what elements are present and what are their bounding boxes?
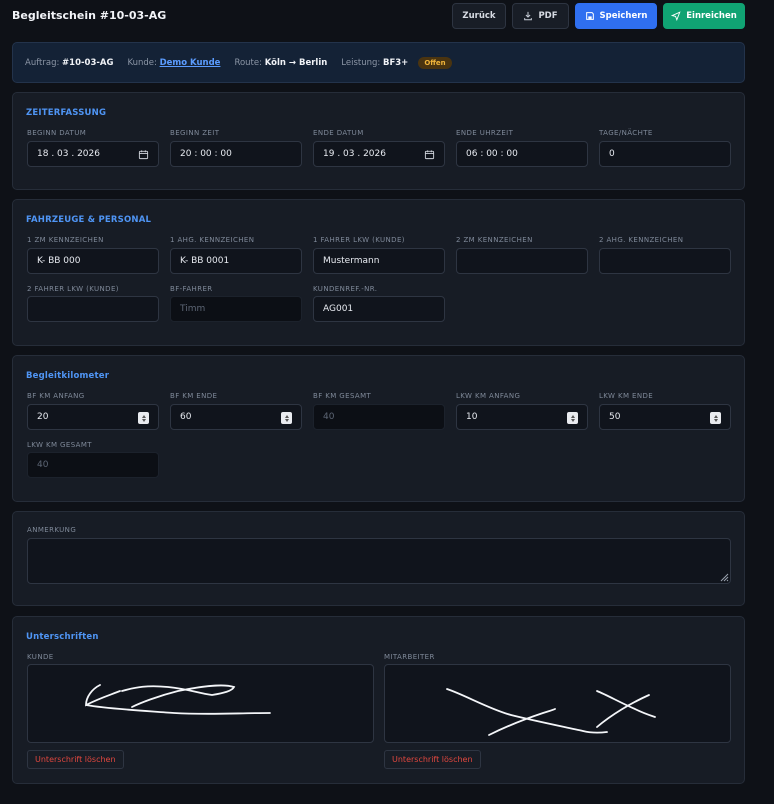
field-label: BEGINN DATUM <box>27 129 87 137</box>
signatures-section: Unterschriften KUNDE MITARBEITER Untersc… <box>12 616 745 784</box>
customer-signature-label: KUNDE <box>27 653 54 661</box>
calendar-icon[interactable] <box>424 149 435 160</box>
pdf-button[interactable]: PDF <box>512 3 569 29</box>
field-label: LKW KM ENDE <box>599 392 654 400</box>
field-label: 1 AHG. KENNZEICHEN <box>170 236 255 244</box>
customer-signature-pad[interactable] <box>27 664 374 743</box>
vehicles-section: FAHRZEUGE & PERSONAL 1 ZM KENNZEICHEN K-… <box>12 199 745 346</box>
clear-customer-signature-button[interactable]: Unterschrift löschen <box>27 750 124 769</box>
end-time-input[interactable]: 06 : 00 : 00 <box>456 141 588 167</box>
notes-section: ANMERKUNG <box>12 511 745 606</box>
spinner-icon[interactable] <box>138 412 149 424</box>
field-label: 1 ZM KENNZEICHEN <box>27 236 104 244</box>
field-label: LKW KM GESAMT <box>27 441 92 449</box>
notes-textarea[interactable] <box>27 538 731 584</box>
customer-ref-input[interactable]: AG001 <box>313 296 445 322</box>
spinner-icon[interactable] <box>281 412 292 424</box>
order-info-bar: Auftrag: #10-03-AG Kunde: Demo Kunde Rou… <box>12 42 745 83</box>
submit-button[interactable]: Einreichen <box>663 3 745 29</box>
field-label: 2 ZM KENNZEICHEN <box>456 236 533 244</box>
field-label: 2 AHG. KENNZEICHEN <box>599 236 684 244</box>
notes-label: ANMERKUNG <box>27 526 77 534</box>
field-label: TAGE/NÄCHTE <box>599 129 653 137</box>
spinner-icon[interactable] <box>567 412 578 424</box>
days-nights-input[interactable]: 0 <box>599 141 731 167</box>
time-section: ZEITERFASSUNG BEGINN DATUM 18 . 03 . 202… <box>12 92 745 190</box>
lkw-km-start-input[interactable]: 10 <box>456 404 588 430</box>
trailer2-plate-input[interactable] <box>599 248 731 274</box>
bf-km-end-input[interactable]: 60 <box>170 404 302 430</box>
field-label: BF KM ANFANG <box>27 392 85 400</box>
field-label: 1 FAHRER LKW (KUNDE) <box>313 236 405 244</box>
calendar-icon[interactable] <box>138 149 149 160</box>
bf-km-total-input: 40 <box>313 404 445 430</box>
route-value: Köln → Berlin <box>264 57 328 68</box>
clear-employee-signature-button[interactable]: Unterschrift löschen <box>384 750 481 769</box>
field-label: BF KM GESAMT <box>313 392 372 400</box>
field-label: ENDE DATUM <box>313 129 364 137</box>
employee-signature-pad[interactable] <box>384 664 731 743</box>
trailer1-plate-input[interactable]: K- BB 0001 <box>170 248 302 274</box>
service-value: BF3+ <box>382 57 409 68</box>
bf-driver-input: Timm <box>170 296 302 322</box>
zm1-plate-input[interactable]: K- BB 000 <box>27 248 159 274</box>
start-date-input[interactable]: 18 . 03 . 2026 <box>27 141 159 167</box>
customer-signature-stroke <box>85 684 271 715</box>
km-section: Begleitkilometer BF KM ANFANG 20 BF KM E… <box>12 355 745 502</box>
section-title-signatures: Unterschriften <box>26 632 99 642</box>
customer-link[interactable]: Demo Kunde <box>160 58 221 68</box>
lkw-km-total-input: 40 <box>27 452 159 478</box>
end-date-input[interactable]: 19 . 03 . 2026 <box>313 141 445 167</box>
bf-km-start-input[interactable]: 20 <box>27 404 159 430</box>
driver2-input[interactable] <box>27 296 159 322</box>
save-icon <box>585 12 594 20</box>
field-label: BF KM ENDE <box>170 392 218 400</box>
field-label: KUNDENREF.-NR. <box>313 285 378 293</box>
section-title-vehicles: FAHRZEUGE & PERSONAL <box>26 215 152 225</box>
save-button[interactable]: Speichern <box>575 3 657 29</box>
zm2-plate-input[interactable] <box>456 248 588 274</box>
field-label: BF-FAHRER <box>170 285 213 293</box>
employee-signature-stroke <box>446 688 656 736</box>
status-badge: Offen <box>418 56 452 69</box>
employee-signature-label: MITARBEITER <box>384 653 435 661</box>
page-title: Begleitschein #10-03-AG <box>12 9 167 22</box>
download-icon <box>524 11 533 21</box>
field-label: 2 FAHRER LKW (KUNDE) <box>27 285 119 293</box>
order-number: #10-03-AG <box>62 57 114 68</box>
start-time-input[interactable]: 20 : 00 : 00 <box>170 141 302 167</box>
field-label: ENDE UHRZEIT <box>456 129 514 137</box>
section-title-time: ZEITERFASSUNG <box>26 108 107 118</box>
field-label: LKW KM ANFANG <box>456 392 521 400</box>
driver1-input[interactable]: Mustermann <box>313 248 445 274</box>
back-button[interactable]: Zurück <box>452 3 506 29</box>
resize-handle-icon[interactable] <box>717 570 729 582</box>
spinner-icon[interactable] <box>710 412 721 424</box>
section-title-km: Begleitkilometer <box>26 371 110 381</box>
field-label: BEGINN ZEIT <box>170 129 220 137</box>
send-icon <box>671 11 681 21</box>
lkw-km-end-input[interactable]: 50 <box>599 404 731 430</box>
